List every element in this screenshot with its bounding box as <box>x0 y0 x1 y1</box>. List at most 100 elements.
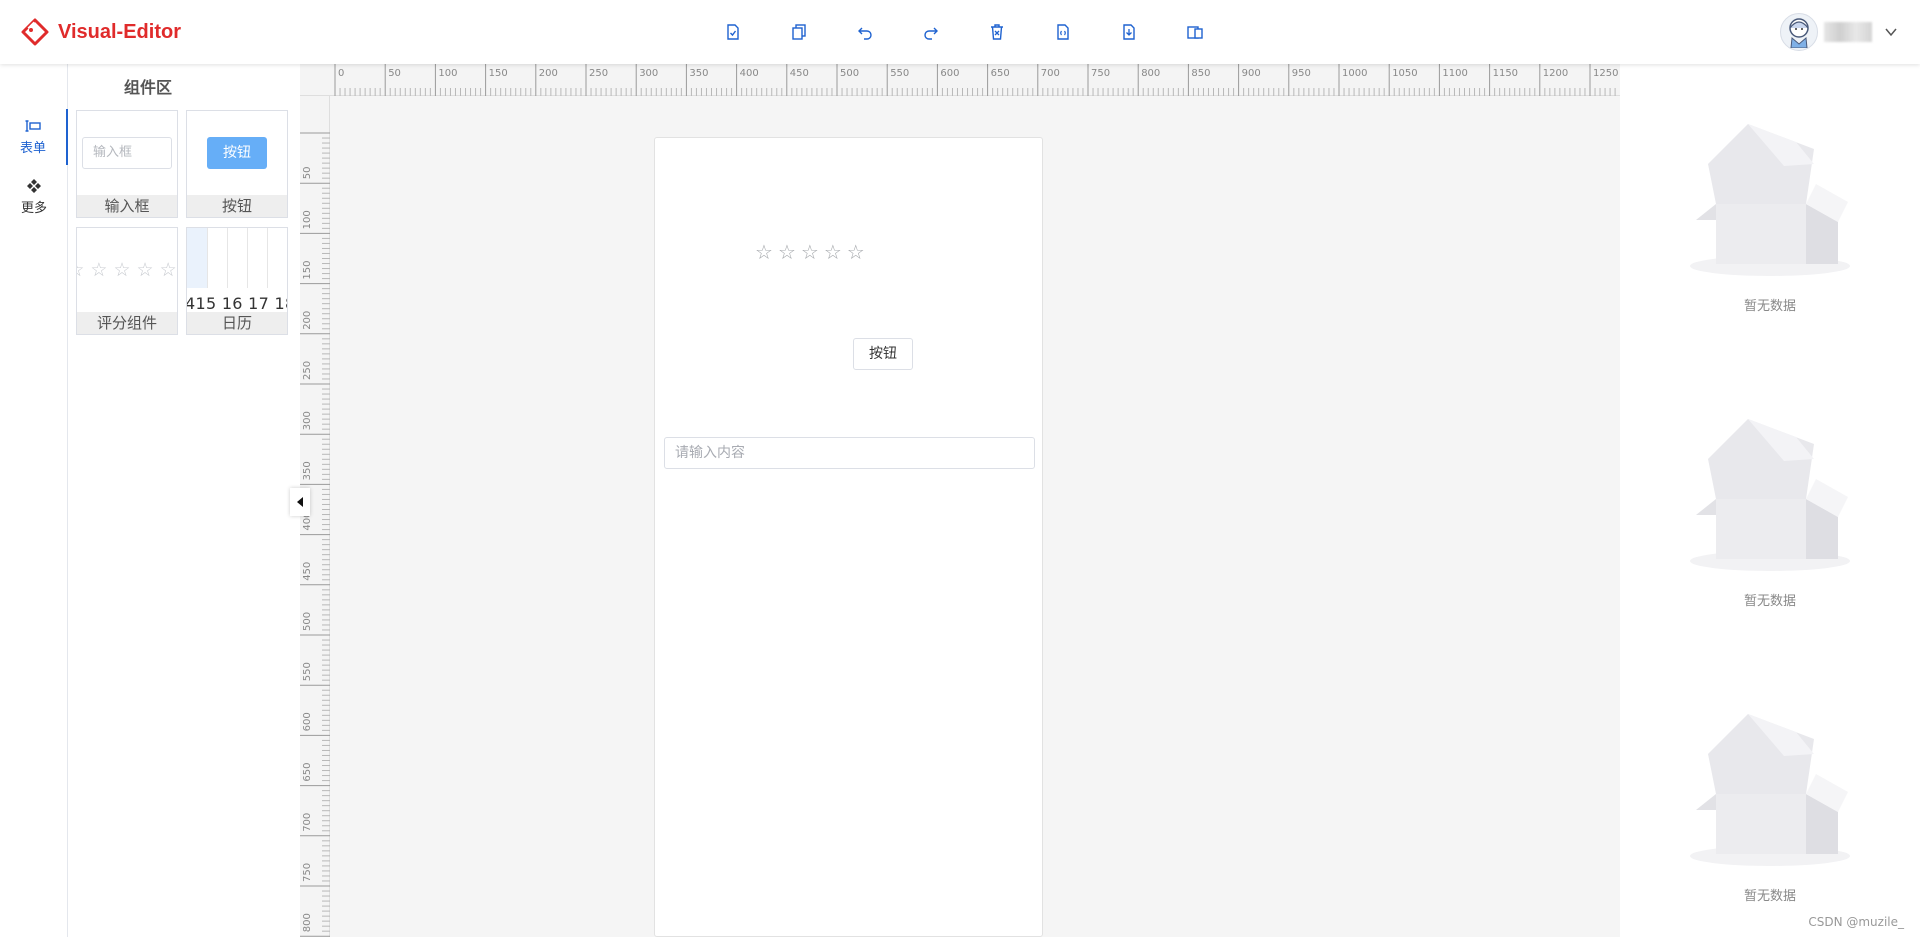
canvas-input-component[interactable]: 请输入内容 <box>664 437 1035 469</box>
editor-toolbar <box>700 18 1228 46</box>
component-panel: 组件区 输入框 输入框 按钮 按钮 ☆ ☆ ☆ ☆ ☆ 评分组件 415 16 17 1… <box>68 64 300 937</box>
property-panel: 暂无数据 暂无数据 暂无数据 <box>1620 64 1920 937</box>
avatar <box>1780 13 1818 51</box>
save-button[interactable] <box>700 18 766 46</box>
tab-more-label: 更多 <box>21 201 47 216</box>
component-button[interactable]: 按钮 按钮 <box>186 110 288 218</box>
star-icon[interactable]: ☆ <box>160 259 177 281</box>
ruler-label: 600 <box>302 712 313 731</box>
username-blurred <box>1824 22 1872 42</box>
copy-icon <box>790 23 808 41</box>
ruler-label: 1250 <box>1593 68 1618 79</box>
component-button-preview: 按钮 <box>187 111 287 195</box>
ruler-label: 250 <box>589 68 608 79</box>
save-file-icon <box>724 23 742 41</box>
app-logo[interactable]: Visual-Editor <box>20 17 181 47</box>
empty-text: 暂无数据 <box>1620 295 1920 314</box>
component-rate-preview: ☆ ☆ ☆ ☆ ☆ <box>77 228 177 312</box>
redo-icon <box>922 23 940 41</box>
calendar-grid-line <box>267 228 268 288</box>
input-preview: 输入框 <box>82 137 172 169</box>
ruler-label: 700 <box>302 813 313 832</box>
ruler-label: 1050 <box>1392 68 1417 79</box>
ruler-label: 650 <box>302 763 313 782</box>
component-rate[interactable]: ☆ ☆ ☆ ☆ ☆ 评分组件 <box>76 227 178 335</box>
tab-more[interactable]: 更多 <box>0 169 68 225</box>
button-preview: 按钮 <box>207 137 267 169</box>
ruler-label: 150 <box>489 68 508 79</box>
ruler-label: 550 <box>890 68 909 79</box>
ruler-label: 750 <box>302 863 313 882</box>
more-icon <box>25 177 43 195</box>
ruler-label: 450 <box>790 68 809 79</box>
calendar-highlight <box>187 228 207 288</box>
user-menu[interactable] <box>1780 13 1898 51</box>
star-icon[interactable]: ☆ <box>824 240 842 264</box>
component-rate-label: 评分组件 <box>77 312 177 334</box>
ruler-label: 100 <box>438 68 457 79</box>
ruler-label: 250 <box>302 361 313 380</box>
sidebar-tabs: 表单 更多 <box>0 64 68 937</box>
component-panel-title: 组件区 <box>68 74 228 98</box>
star-icon[interactable]: ☆ <box>113 259 130 281</box>
collapse-sidebar-button[interactable] <box>290 488 310 516</box>
empty-text: 暂无数据 <box>1620 590 1920 609</box>
delete-icon <box>988 23 1006 41</box>
empty-box-icon <box>1688 114 1852 284</box>
ruler-label: 800 <box>1141 68 1160 79</box>
ruler-label: 900 <box>1242 68 1261 79</box>
calendar-grid-line <box>247 228 248 288</box>
calendar-day-numbers: 415 16 17 18 1 <box>186 294 288 313</box>
delete-button[interactable] <box>964 18 1030 46</box>
export-json-button[interactable] <box>1030 18 1096 46</box>
component-calendar[interactable]: 415 16 17 18 1 日历 <box>186 227 288 335</box>
mobile-canvas[interactable]: ☆☆☆☆☆ 按钮 请输入内容 <box>654 137 1043 937</box>
import-button[interactable] <box>1096 18 1162 46</box>
undo-button[interactable] <box>832 18 898 46</box>
star-icon[interactable]: ☆ <box>137 259 154 281</box>
star-icon[interactable]: ☆ <box>76 259 84 281</box>
empty-text: 暂无数据 <box>1620 885 1920 904</box>
empty-box-icon <box>1688 409 1852 579</box>
ruler-label: 1100 <box>1442 68 1467 79</box>
empty-state: 暂无数据 <box>1620 409 1920 609</box>
star-icon[interactable]: ☆ <box>90 259 107 281</box>
ruler-label: 550 <box>302 662 313 681</box>
logo-icon <box>20 17 50 47</box>
copy-button[interactable] <box>766 18 832 46</box>
star-icon[interactable]: ☆ <box>778 240 796 264</box>
canvas-button-component[interactable]: 按钮 <box>853 338 913 370</box>
watermark: CSDN @muzile_ <box>1808 915 1904 929</box>
redo-button[interactable] <box>898 18 964 46</box>
ruler-label: 1000 <box>1342 68 1367 79</box>
empty-box-icon <box>1688 704 1852 874</box>
top-header: Visual-Editor <box>0 0 1920 64</box>
ruler-label: 350 <box>689 68 708 79</box>
ruler-label: 650 <box>991 68 1010 79</box>
export-json-icon <box>1054 23 1072 41</box>
caret-left-icon <box>295 496 305 508</box>
component-input-label: 输入框 <box>77 195 177 217</box>
preview-button[interactable] <box>1162 18 1228 46</box>
tab-form[interactable]: 表单 <box>0 109 68 165</box>
ruler-label: 500 <box>302 612 313 631</box>
ruler-label: 200 <box>539 68 558 79</box>
calendar-grid-line <box>227 228 228 288</box>
star-icon[interactable]: ☆ <box>847 240 865 264</box>
preview-icon <box>1186 23 1204 41</box>
ruler-label: 400 <box>740 68 759 79</box>
ruler-label: 50 <box>388 68 401 79</box>
ruler-label: 800 <box>302 913 313 932</box>
undo-icon <box>856 23 874 41</box>
component-input[interactable]: 输入框 输入框 <box>76 110 178 218</box>
empty-state: 暂无数据 <box>1620 114 1920 314</box>
star-icon[interactable]: ☆ <box>755 240 773 264</box>
chevron-down-icon <box>1884 25 1898 39</box>
import-file-icon <box>1120 23 1138 41</box>
canvas-rate-component[interactable]: ☆☆☆☆☆ <box>755 240 865 264</box>
empty-state: 暂无数据 <box>1620 704 1920 904</box>
star-icon[interactable]: ☆ <box>801 240 819 264</box>
tab-form-label: 表单 <box>20 141 46 156</box>
ruler-label: 300 <box>639 68 658 79</box>
ruler-label: 300 <box>302 411 313 430</box>
